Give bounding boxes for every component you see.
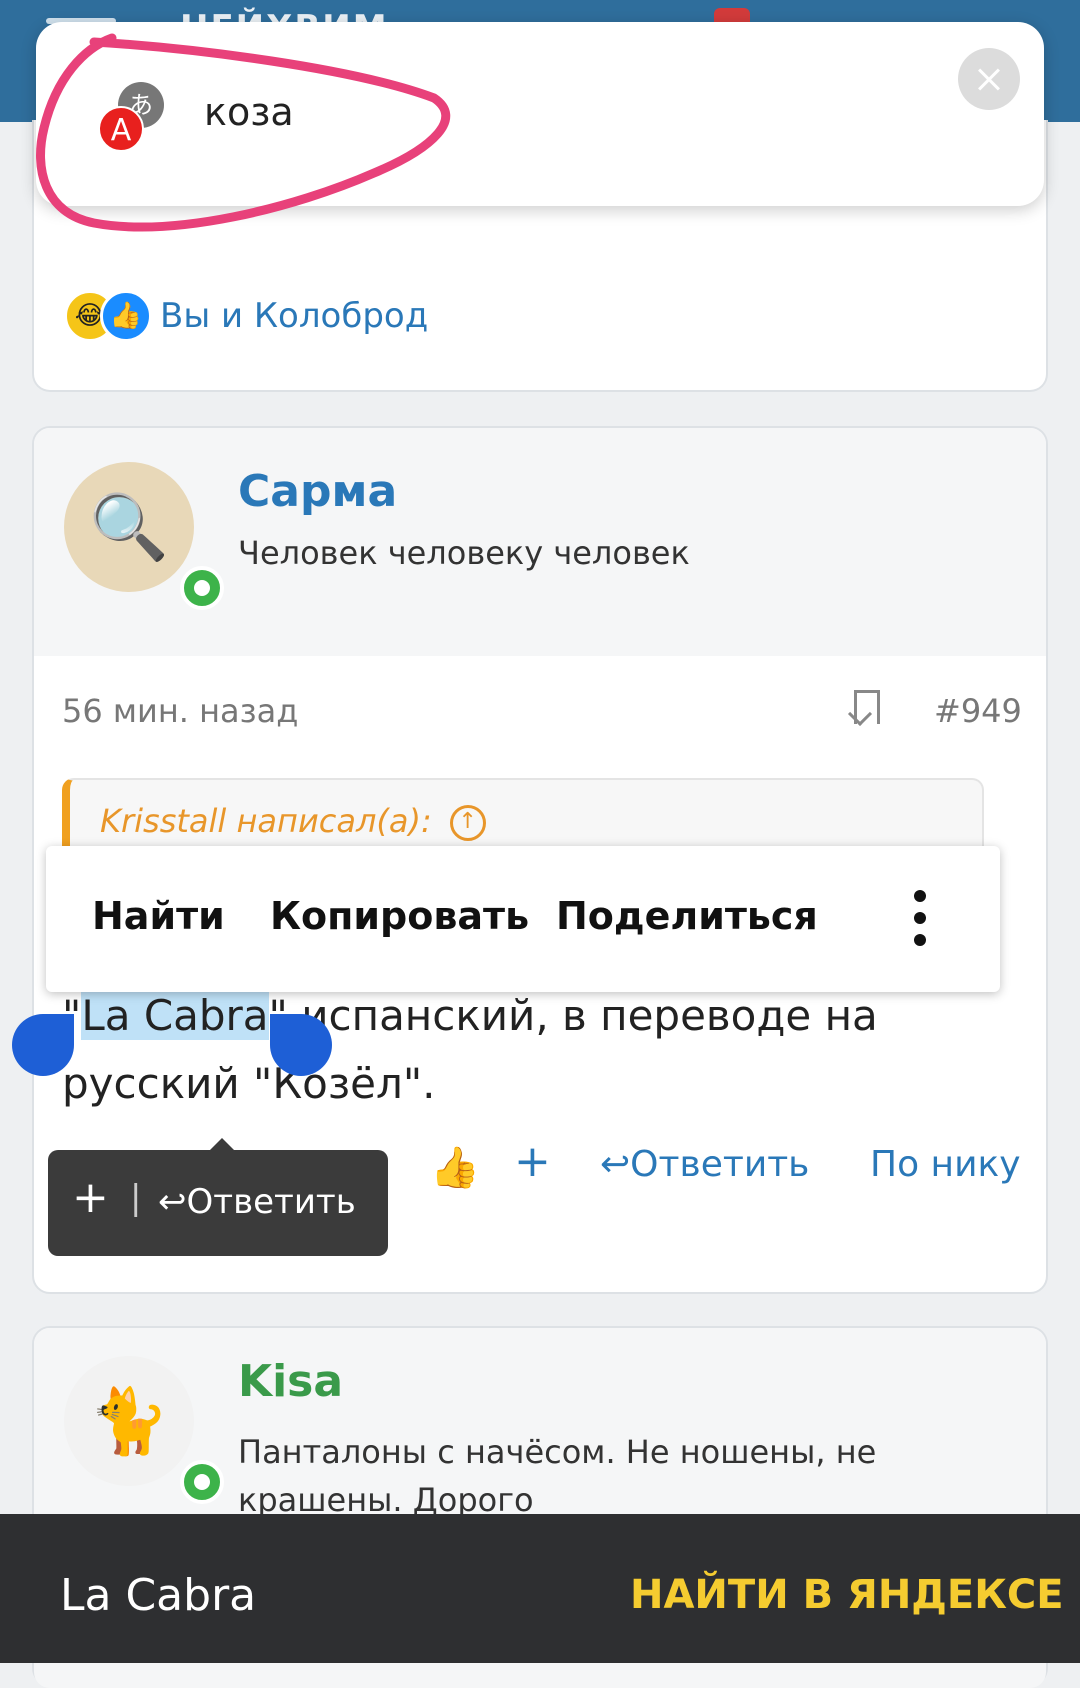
menu-copy[interactable]: Копировать — [270, 894, 529, 938]
search-bar: La Cabra НАЙТИ В ЯНДЕКСЕ — [0, 1514, 1080, 1663]
author-title: Панталоны с начёсом. Не ношены, не краше… — [238, 1433, 877, 1519]
reactions-summary[interactable]: 😂 👍 Вы и Колоброд — [64, 290, 428, 342]
more-options-icon[interactable] — [914, 890, 928, 946]
author-title: Человек человеку человек — [238, 534, 690, 572]
by-nick-button[interactable]: По нику — [870, 1144, 1021, 1185]
text-line1-rest: " испанский, в переводе на — [268, 991, 878, 1040]
bookmark-icon[interactable] — [854, 690, 880, 724]
pink-circle-annotation — [36, 33, 451, 232]
author-name[interactable]: Kisa — [238, 1356, 343, 1407]
close-icon[interactable] — [958, 48, 1020, 110]
tooltip-plus-button[interactable]: + — [72, 1172, 109, 1223]
search-query[interactable]: La Cabra — [60, 1570, 256, 1621]
reply-arrow-icon: ↩ — [600, 1144, 631, 1185]
post-text: "La Cabra" испанский, в переводе на русс… — [62, 982, 1002, 1118]
tooltip-reply-button[interactable]: ↩Ответить — [158, 1182, 356, 1222]
reactions-text[interactable]: Вы и Колоброд — [160, 296, 428, 336]
text-selection-menu: Найти Копировать Поделиться — [46, 846, 1000, 992]
post-time: 56 мин. назад — [62, 692, 299, 730]
online-status-icon — [180, 566, 224, 610]
selected-text[interactable]: La Cabra — [81, 991, 269, 1040]
author-name[interactable]: Сарма — [238, 466, 397, 517]
search-yandex-button[interactable]: НАЙТИ В ЯНДЕКСЕ — [630, 1572, 1064, 1618]
menu-share[interactable]: Поделиться — [556, 894, 818, 938]
arrow-up-circle-icon[interactable]: ↑ — [449, 805, 486, 841]
menu-find[interactable]: Найти — [92, 894, 225, 938]
avatar[interactable]: 🐈 — [64, 1356, 224, 1504]
online-status-icon — [180, 1460, 224, 1504]
selection-handle-left[interactable] — [12, 1014, 74, 1076]
quick-reply-tooltip: + | ↩Ответить — [48, 1138, 388, 1256]
thumbs-up-icon[interactable]: 👍 — [430, 1144, 480, 1191]
author-panel: 🔍 Сарма Человек человеку человек — [34, 428, 1046, 656]
reply-arrow-icon: ↩ — [158, 1182, 187, 1222]
detective-avatar-icon: 🔍 — [64, 462, 194, 592]
add-reaction-button[interactable]: + — [514, 1136, 551, 1187]
selection-handle-right[interactable] — [270, 1014, 332, 1076]
tooltip-separator: | — [130, 1178, 142, 1218]
like-emoji-icon: 👍 — [100, 290, 152, 342]
reply-button[interactable]: ↩Ответить — [600, 1144, 809, 1185]
quote-author[interactable]: Krisstall написал(а): — [100, 802, 432, 840]
tooltip-reply-label: Ответить — [186, 1182, 356, 1222]
post-number[interactable]: #949 — [934, 692, 1022, 730]
reply-label: Ответить — [630, 1144, 810, 1185]
cat-avatar-icon: 🐈 — [64, 1356, 194, 1486]
avatar[interactable]: 🔍 — [64, 462, 224, 610]
text-line2: русский "Козёл". — [62, 1059, 436, 1108]
quote-header[interactable]: Krisstall написал(а): ↑ — [100, 802, 486, 841]
